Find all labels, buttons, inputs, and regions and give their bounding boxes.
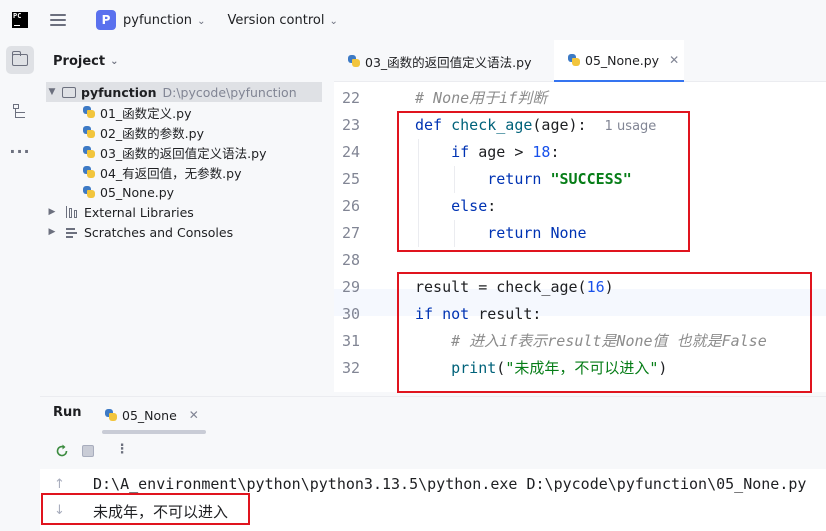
tree-file-label: 02_函数的参数.py — [100, 125, 204, 141]
python-file-icon — [82, 125, 96, 139]
structure-tool-button[interactable] — [6, 98, 34, 126]
more-tools-button[interactable]: ··· — [6, 137, 34, 165]
expand-arrow-icon[interactable]: ▶ — [46, 227, 58, 237]
python-file-icon — [567, 53, 581, 67]
line-number: 31 — [341, 332, 360, 350]
tree-file-label: 01_函数定义.py — [100, 105, 192, 121]
folder-icon — [11, 51, 28, 66]
line-number: 32 — [341, 359, 360, 377]
python-file-icon — [104, 408, 118, 422]
tree-external-libraries-label: External Libraries — [84, 204, 194, 220]
more-dots-icon: ··· — [9, 141, 31, 161]
tab-label: 03_函数的返回值定义语法.py — [365, 54, 532, 70]
tab-label: 05_None.py — [585, 52, 660, 68]
folder-icon — [62, 86, 76, 98]
tab-05-none[interactable]: 05_None.py ✕ — [554, 40, 684, 82]
main-menu-icon[interactable] — [50, 14, 66, 26]
console-output[interactable]: ↑ ↓ D:\A_environment\python\python3.13.5… — [40, 469, 826, 531]
structure-icon — [13, 104, 27, 120]
title-bar: PC P pyfunction ⌄ Version control ⌄ — [0, 0, 826, 40]
library-icon — [66, 206, 79, 218]
highlight-box-call — [397, 272, 812, 393]
code-editor[interactable]: 03_函数的返回值定义语法.py 05_None.py ✕ 22 23 24 2… — [334, 40, 826, 393]
python-file-icon — [82, 105, 96, 119]
tree-root-path: D:\pycode\pyfunction — [162, 84, 297, 100]
rerun-button[interactable] — [54, 443, 70, 459]
chevron-down-icon: ⌄ — [197, 15, 206, 27]
tree-file-row[interactable]: 03_函数的返回值定义语法.py — [82, 142, 266, 162]
line-number: 22 — [341, 89, 360, 107]
stop-icon — [82, 445, 94, 457]
python-file-icon — [82, 185, 96, 199]
line-number: 30 — [341, 305, 360, 323]
project-panel-header[interactable]: Project ⌄ — [40, 40, 334, 82]
tree-external-libraries-row[interactable]: ▶ External Libraries — [46, 202, 194, 222]
console-line-command: D:\A_environment\python\python3.13.5\pyt… — [93, 475, 807, 493]
version-control-menu[interactable]: Version control ⌄ — [227, 13, 337, 28]
project-selector[interactable]: pyfunction ⌄ — [123, 13, 205, 28]
python-file-icon — [82, 165, 96, 179]
project-selector-label: pyfunction — [123, 12, 193, 28]
python-file-icon — [82, 145, 96, 159]
highlight-box-output — [41, 493, 250, 525]
tree-file-row[interactable]: 05_None.py — [82, 182, 174, 202]
version-control-label: Version control — [227, 12, 325, 28]
tab-03-file[interactable]: 03_函数的返回值定义语法.py — [334, 40, 552, 82]
run-panel: Run 05_None ✕ ⋮ ↑ ↓ D:\A_environment\pyt… — [40, 396, 826, 531]
line-number: 26 — [341, 197, 360, 215]
line-number: 25 — [341, 170, 360, 188]
pycharm-logo-icon[interactable]: PC — [12, 12, 28, 28]
tool-window-strip: ··· — [0, 40, 40, 400]
project-panel: Project ⌄ ▼ pyfunction D:\pycode\pyfunct… — [40, 40, 334, 400]
run-config-tab[interactable]: 05_None ✕ — [104, 397, 199, 433]
line-number: 23 — [341, 116, 360, 134]
tree-root-row[interactable]: ▼ pyfunction D:\pycode\pyfunction — [46, 82, 322, 102]
tree-scratches-row[interactable]: ▶ Scratches and Consoles — [46, 222, 234, 242]
project-tool-button[interactable] — [6, 46, 34, 74]
tree-file-label: 03_函数的返回值定义语法.py — [100, 145, 267, 161]
close-tab-icon[interactable]: ✕ — [669, 53, 679, 67]
tree-file-row[interactable]: 01_函数定义.py — [82, 102, 191, 122]
expand-arrow-icon[interactable]: ▶ — [46, 207, 58, 217]
chevron-down-icon: ⌄ — [329, 15, 338, 27]
project-badge[interactable]: P — [96, 10, 116, 30]
stop-button[interactable] — [80, 443, 96, 459]
editor-tab-bar: 03_函数的返回值定义语法.py 05_None.py ✕ — [334, 40, 826, 82]
run-tab-label: 05_None — [122, 407, 177, 423]
run-tab-indicator — [102, 430, 206, 434]
tree-file-label: 05_None.py — [100, 184, 175, 200]
highlight-box-function — [397, 111, 690, 252]
chevron-down-icon: ⌄ — [110, 55, 119, 67]
scratches-icon — [66, 226, 79, 238]
tree-file-row[interactable]: 02_函数的参数.py — [82, 122, 204, 142]
run-panel-title: Run — [53, 405, 82, 420]
scroll-up-icon[interactable]: ↑ — [54, 477, 65, 492]
tree-scratches-label: Scratches and Consoles — [84, 224, 234, 240]
more-options-button[interactable]: ⋮ — [114, 443, 130, 459]
line-number: 27 — [341, 224, 360, 242]
project-panel-title: Project — [53, 53, 106, 69]
expand-arrow-icon[interactable]: ▼ — [46, 87, 58, 97]
tree-file-row[interactable]: 04_有返回值，无参数.py — [82, 162, 241, 182]
line-number: 24 — [341, 143, 360, 161]
tree-file-label: 04_有返回值，无参数.py — [100, 165, 242, 181]
code-line-22: # None用于if判断 — [415, 89, 548, 107]
tree-root-name: pyfunction — [81, 84, 157, 100]
python-file-icon — [347, 54, 361, 68]
line-number: 29 — [341, 278, 360, 296]
close-tab-icon[interactable]: ✕ — [189, 408, 199, 422]
rerun-icon — [56, 444, 68, 457]
line-number: 28 — [341, 251, 360, 269]
